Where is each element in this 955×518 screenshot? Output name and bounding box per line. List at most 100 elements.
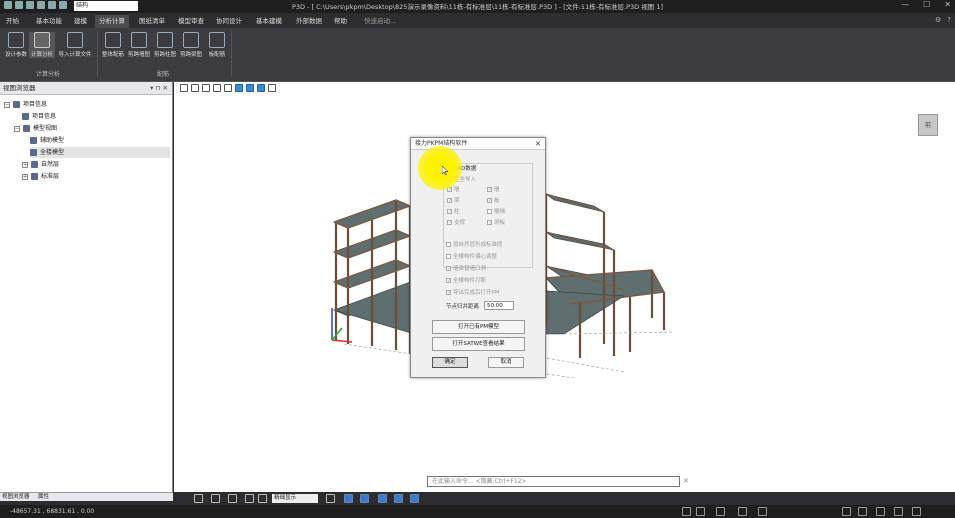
tab-start[interactable]: 开始 <box>6 15 19 28</box>
tab-external-data[interactable]: 外部数据 <box>296 15 322 28</box>
command-input[interactable]: 在此输入命令... <隐藏:Ctrl+F12> <box>427 476 680 487</box>
tree-node-project-info[interactable]: 项目信息 <box>22 111 56 122</box>
tree-node-standard-floor[interactable]: + 标准层 <box>22 171 59 182</box>
collapse-icon[interactable]: − <box>14 125 20 132</box>
checkbox-box[interactable]: ✓ <box>487 197 492 203</box>
shear-wall-button[interactable]: 剪跨墙图 <box>126 32 152 58</box>
tab-basic-build[interactable]: 基本建模 <box>256 15 282 28</box>
tree-node-project[interactable]: − 项目信息 <box>4 99 47 110</box>
compute-analysis-button[interactable]: 计算分析 <box>29 32 55 58</box>
break-members-option[interactable]: ✓ 全楼构件打断 <box>446 276 486 284</box>
tab-analysis[interactable]: 分析计算 <box>95 15 129 28</box>
tab-collaboration[interactable]: 协同设计 <box>216 15 242 28</box>
checkbox-box[interactable]: ✓ <box>487 219 492 225</box>
quick-launch-search[interactable]: 快速启动... <box>364 15 396 25</box>
checkbox-box[interactable]: ✓ <box>447 197 452 203</box>
expand-icon[interactable]: + <box>22 173 28 180</box>
ok-button[interactable]: 确定 <box>432 357 468 368</box>
cube-icon <box>23 125 30 132</box>
slab-checkbox[interactable]: ✓ 板 <box>487 196 500 204</box>
settings-icon[interactable]: ⚙ <box>935 16 941 24</box>
import-calc-file-button[interactable]: 导入计算文件 <box>56 32 94 58</box>
polar-icon[interactable] <box>738 507 747 516</box>
eccentric-adjust-option[interactable]: 全楼构件偏心调整 <box>446 252 497 260</box>
beam-checkbox[interactable]: ✓ 梁 <box>447 196 460 204</box>
checkbox-box[interactable]: ✓ <box>446 289 451 295</box>
hole-slab-checkbox[interactable]: ✓ 洞板 <box>487 218 505 226</box>
ruler-icon[interactable] <box>326 494 335 503</box>
brace-checkbox[interactable]: ✓ 支撑 <box>447 218 465 226</box>
display-mode-select[interactable]: 精细显示 <box>272 494 318 503</box>
checkbox-box[interactable]: ✓ <box>447 219 452 225</box>
ribbon: 设计参数 计算分析 导入计算文件 整体配筋 剪跨墙图 剪跨柱图 剪跨梁图 板配筋… <box>0 29 955 82</box>
zoom-slider-icon[interactable] <box>912 507 921 516</box>
natural-floor-option[interactable]: 按自然层形成标准层 <box>446 240 503 248</box>
stair-checkbox[interactable]: 楼梯 <box>487 207 505 215</box>
open-pm-after-export-option[interactable]: ✓ 导出完成后打开PM <box>446 288 500 296</box>
window-icon[interactable] <box>842 507 851 516</box>
tree-node-full-model[interactable]: 全楼模型 <box>30 147 170 158</box>
stack-icon[interactable] <box>378 494 387 503</box>
dialog-close-button[interactable]: ✕ <box>535 138 541 150</box>
shear-beam-button[interactable]: 剪跨梁图 <box>178 32 204 58</box>
wall-beam-hole-option[interactable]: ✓ 墙梁替墙口洞 <box>446 264 486 272</box>
minimize-button[interactable]: — <box>901 0 909 9</box>
design-params-button[interactable]: 设计参数 <box>3 32 29 58</box>
tile-icon[interactable] <box>876 507 885 516</box>
checkbox-box[interactable]: ✓ <box>446 277 451 283</box>
command-close-icon[interactable]: ✕ <box>683 475 693 487</box>
cancel-button[interactable]: 取消 <box>488 357 524 368</box>
checkbox-box[interactable]: ✓ <box>447 208 452 214</box>
checkbox-box[interactable] <box>487 208 492 214</box>
line-icon[interactable] <box>211 494 220 503</box>
checkbox-box[interactable]: ✓ <box>446 265 451 271</box>
edit-icon[interactable] <box>194 494 203 503</box>
tab-view-browser[interactable]: 视图浏览器 <box>2 493 30 502</box>
tab-drawing-list[interactable]: 图纸清单 <box>139 15 165 28</box>
cursor-highlight <box>418 146 462 190</box>
chart-icon[interactable] <box>344 494 353 503</box>
expand-icon[interactable]: + <box>22 161 28 168</box>
fullscreen-icon[interactable] <box>858 507 867 516</box>
close-button[interactable]: ✕ <box>944 0 951 9</box>
split-icon[interactable] <box>228 494 237 503</box>
checkbox-box[interactable] <box>446 253 451 259</box>
menu-right-icons: ⚙ ? <box>935 16 951 24</box>
link-icon[interactable] <box>360 494 369 503</box>
gear-icon[interactable] <box>758 507 767 516</box>
tree-node-natural-floor[interactable]: + 自然层 <box>22 159 59 170</box>
grid-icon[interactable] <box>716 507 725 516</box>
single-view-icon[interactable] <box>894 507 903 516</box>
tab-properties[interactable]: 属性 <box>38 493 49 502</box>
group-label-analysis: 计算分析 <box>36 71 61 78</box>
open-satwe-button[interactable]: 打开SATWE查看结果 <box>432 337 525 351</box>
wall-checkbox-right[interactable]: ✓ 墙 <box>487 185 500 193</box>
tab-basic-functions[interactable]: 基本功能 <box>36 15 62 28</box>
layer-icon[interactable] <box>245 494 254 503</box>
tab-model-review[interactable]: 模型审查 <box>178 15 204 28</box>
node-merge-distance-input[interactable]: 50.00 <box>484 301 514 310</box>
slab-rebar-button[interactable]: 板配筋 <box>204 32 230 58</box>
column-checkbox[interactable]: ✓ 柱 <box>447 207 460 215</box>
tab-modeling[interactable]: 建模 <box>74 15 87 28</box>
snap-icon[interactable] <box>682 507 691 516</box>
shear-column-button[interactable]: 剪跨柱图 <box>152 32 178 58</box>
ortho-icon[interactable] <box>696 507 705 516</box>
share-icon[interactable] <box>410 494 419 503</box>
help-icon[interactable]: ? <box>947 16 951 24</box>
checkbox-box[interactable] <box>446 241 451 247</box>
zoom-icon[interactable] <box>258 494 267 503</box>
collapse-icon[interactable]: − <box>4 101 10 108</box>
maximize-button[interactable]: ☐ <box>923 0 930 9</box>
overall-rebar-button[interactable]: 整体配筋 <box>100 32 126 58</box>
panel-title: 视图浏览器 <box>3 84 36 92</box>
panel-header: 视图浏览器 ▾ ⊓ ✕ <box>0 82 172 95</box>
layers-icon[interactable] <box>394 494 403 503</box>
import-file-icon <box>67 32 83 48</box>
tab-help[interactable]: 帮助 <box>334 15 347 28</box>
panel-header-buttons[interactable]: ▾ ⊓ ✕ <box>150 82 168 95</box>
open-pm-model-button[interactable]: 打开已有PM模型 <box>432 320 525 334</box>
tree-node-model-views[interactable]: − 模型视图 <box>14 123 57 134</box>
checkbox-box[interactable]: ✓ <box>487 186 492 192</box>
tree-node-aux-model[interactable]: 辅助模型 <box>30 135 64 146</box>
